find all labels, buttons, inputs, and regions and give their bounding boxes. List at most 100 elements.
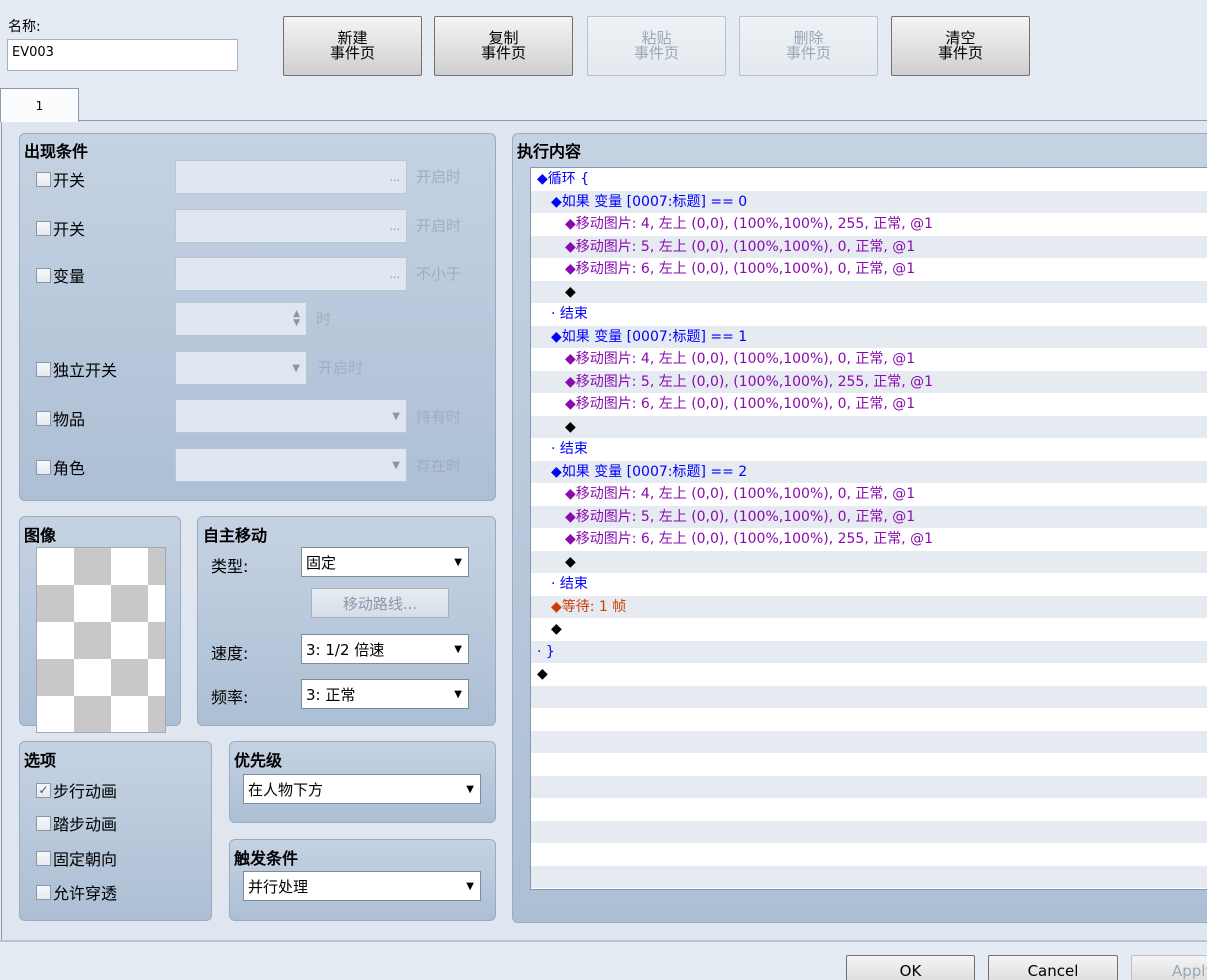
type-select[interactable]: 固定 ▼ <box>301 547 469 577</box>
command-line[interactable]: · 结束 <box>531 438 1207 461</box>
switch1-suffix: 开启时 <box>416 168 462 186</box>
trigger-select[interactable]: 并行处理 ▼ <box>243 871 481 901</box>
walking-anim-checkbox[interactable]: ✓ 步行动画 <box>36 778 117 802</box>
spinner-arrows-icon: ▲ ▼ <box>293 309 300 328</box>
empty-line <box>531 730 1207 753</box>
dropdown-arrow-icon: ▼ <box>466 880 474 892</box>
command-list[interactable]: ◆循环 {◆如果 变量 [0007:标题] == 0 ◆移动图片: 4, 左上 (… <box>530 167 1207 890</box>
command-line[interactable]: ◆移动图片: 6, 左上 (0,0), (100%,100%), 0, 正常, … <box>531 258 1207 281</box>
actor-suffix: 存在时 <box>416 457 462 475</box>
checkbox-box <box>36 884 51 900</box>
checkbox-box <box>36 410 51 426</box>
command-line[interactable]: ◆如果 变量 [0007:标题] == 1 <box>531 325 1207 348</box>
new-page-button[interactable]: 新建 事件页 <box>283 16 422 76</box>
apply-button[interactable]: Apply <box>1131 955 1207 980</box>
type-value: 固定 <box>306 553 337 572</box>
empty-line <box>531 708 1207 731</box>
priority-value: 在人物下方 <box>248 780 324 799</box>
dropdown-arrow-icon: ▼ <box>466 783 474 795</box>
options-title: 选项 <box>24 751 57 770</box>
command-line[interactable]: ◆移动图片: 5, 左上 (0,0), (100%,100%), 0, 正常, … <box>531 235 1207 258</box>
direction-fix-checkbox[interactable]: 固定朝向 <box>36 846 117 870</box>
through-label: 允许穿透 <box>53 884 118 903</box>
delete-page-button[interactable]: 删除 事件页 <box>739 16 878 76</box>
dropdown-arrow-icon: ▼ <box>454 643 462 655</box>
empty-line <box>531 798 1207 821</box>
checkbox-box <box>36 815 51 831</box>
command-line[interactable]: ◆如果 变量 [0007:标题] == 2 <box>531 460 1207 483</box>
empty-line <box>531 865 1207 888</box>
checkbox-box <box>36 850 51 866</box>
command-line[interactable]: · } <box>531 640 1207 663</box>
command-line[interactable]: ◆移动图片: 5, 左上 (0,0), (100%,100%), 255, 正常… <box>531 370 1207 393</box>
empty-line <box>531 843 1207 866</box>
speed-label: 速度: <box>211 644 249 663</box>
clear-page-button[interactable]: 清空 事件页 <box>891 16 1030 76</box>
command-line[interactable]: ◆移动图片: 4, 左上 (0,0), (100%,100%), 255, 正常… <box>531 213 1207 236</box>
command-line[interactable]: ◆移动图片: 6, 左上 (0,0), (100%,100%), 255, 正常… <box>531 528 1207 551</box>
cancel-button[interactable]: Cancel <box>988 955 1118 980</box>
switch2-field[interactable]: ... <box>175 209 407 243</box>
command-line[interactable]: ◆等待: 1 帧 <box>531 595 1207 618</box>
checkbox-box <box>36 220 51 236</box>
graphic-preview[interactable] <box>36 547 166 733</box>
switch2-checkbox[interactable]: 开关 <box>36 216 85 240</box>
command-line[interactable]: ◆移动图片: 4, 左上 (0,0), (100%,100%), 0, 正常, … <box>531 483 1207 506</box>
actor-select[interactable]: ▼ <box>175 448 407 482</box>
stepping-anim-checkbox[interactable]: 踏步动画 <box>36 811 117 835</box>
self-switch-checkbox[interactable]: 独立开关 <box>36 357 117 381</box>
command-line[interactable]: ◆循环 { <box>531 168 1207 191</box>
empty-line <box>531 820 1207 843</box>
command-line[interactable]: · 结束 <box>531 573 1207 596</box>
switch1-checkbox[interactable]: 开关 <box>36 167 85 191</box>
command-line[interactable]: ◆移动图片: 6, 左上 (0,0), (100%,100%), 0, 正常, … <box>531 393 1207 416</box>
self-switch-suffix: 开启时 <box>318 359 364 377</box>
command-line[interactable]: ◆ <box>531 550 1207 573</box>
command-rows: ◆循环 {◆如果 变量 [0007:标题] == 0 ◆移动图片: 4, 左上 (… <box>531 168 1207 888</box>
ellipsis-icon: ... <box>389 170 401 184</box>
command-line[interactable]: ◆ <box>531 618 1207 641</box>
tab-page-1[interactable]: 1 <box>0 88 79 122</box>
dropdown-arrow-icon: ▼ <box>454 556 462 568</box>
copy-page-button[interactable]: 复制 事件页 <box>434 16 573 76</box>
image-title: 图像 <box>24 526 57 545</box>
command-line[interactable]: ◆移动图片: 5, 左上 (0,0), (100%,100%), 0, 正常, … <box>531 505 1207 528</box>
empty-line <box>531 775 1207 798</box>
speed-select[interactable]: 3: 1/2 倍速 ▼ <box>301 634 469 664</box>
actor-checkbox[interactable]: 角色 <box>36 455 85 479</box>
command-line[interactable]: ◆ <box>531 663 1207 686</box>
switch2-label: 开关 <box>53 220 86 239</box>
command-line[interactable]: · 结束 <box>531 303 1207 326</box>
item-checkbox[interactable]: 物品 <box>36 406 85 430</box>
freq-value: 3: 正常 <box>306 685 356 704</box>
command-line[interactable]: ◆移动图片: 4, 左上 (0,0), (100%,100%), 0, 正常, … <box>531 348 1207 371</box>
ok-button[interactable]: OK <box>846 955 975 980</box>
variable-checkbox[interactable]: 变量 <box>36 263 85 287</box>
dropdown-arrow-icon: ▼ <box>454 688 462 700</box>
through-checkbox[interactable]: 允许穿透 <box>36 880 117 904</box>
switch1-field[interactable]: ... <box>175 160 407 194</box>
command-line[interactable]: ◆ <box>531 415 1207 438</box>
freq-select[interactable]: 3: 正常 ▼ <box>301 679 469 709</box>
command-line[interactable]: ◆ <box>531 280 1207 303</box>
move-route-button[interactable]: 移动路线... <box>311 588 449 618</box>
name-label: 名称: <box>8 19 41 35</box>
priority-select[interactable]: 在人物下方 ▼ <box>243 774 481 804</box>
priority-title: 优先级 <box>234 751 283 770</box>
item-label: 物品 <box>53 410 86 429</box>
ellipsis-icon: ... <box>389 219 401 233</box>
variable-field[interactable]: ... <box>175 257 407 291</box>
command-line[interactable]: ◆如果 变量 [0007:标题] == 0 <box>531 190 1207 213</box>
self-switch-label: 独立开关 <box>53 361 118 380</box>
item-select[interactable]: ▼ <box>175 399 407 433</box>
type-label: 类型: <box>211 557 249 576</box>
checkbox-box <box>36 459 51 475</box>
self-switch-select[interactable]: ▼ <box>175 351 307 385</box>
item-suffix: 持有时 <box>416 408 462 426</box>
paste-page-button[interactable]: 粘贴 事件页 <box>587 16 726 76</box>
switch2-suffix: 开启时 <box>416 217 462 235</box>
walking-anim-label: 步行动画 <box>53 782 118 801</box>
name-input[interactable]: EV003 <box>7 39 238 71</box>
variable-value-spinner[interactable]: ▲ ▼ <box>175 302 307 336</box>
contents-title: 执行内容 <box>517 142 582 161</box>
